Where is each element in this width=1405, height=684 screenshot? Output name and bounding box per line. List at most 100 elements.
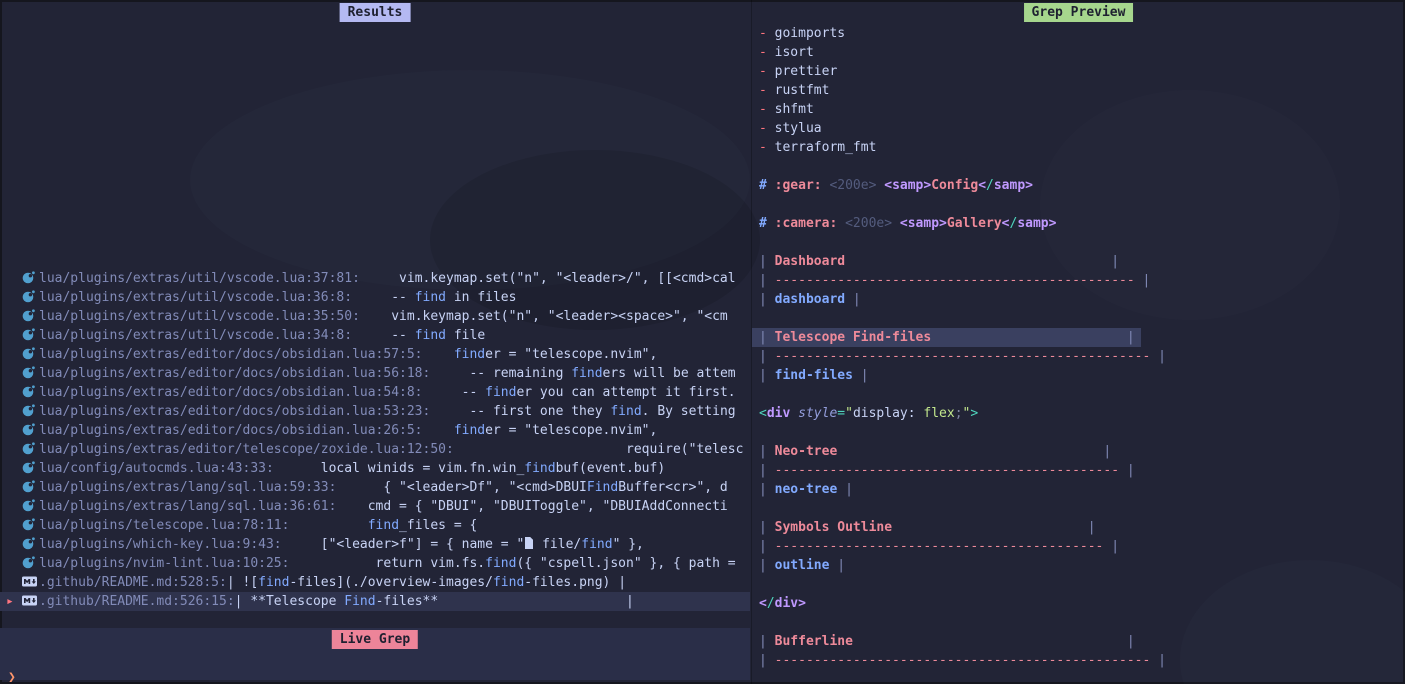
result-row[interactable]: lua/plugins/extras/editor/docs/obsidian.…	[0, 383, 750, 402]
result-row[interactable]: lua/plugins/telescope.lua:78:11: find_fi…	[0, 516, 750, 535]
text-segment: #	[759, 178, 775, 193]
preview-line	[752, 195, 765, 214]
text-segment: _files = {	[399, 518, 477, 533]
text-segment: neo-tree	[775, 482, 838, 497]
preview-line	[752, 499, 765, 518]
preview-line: - rustfmt	[752, 81, 835, 100]
text-segment: find	[485, 385, 516, 400]
result-row[interactable]: lua/plugins/nvim-lint.lua:10:25: return …	[0, 554, 750, 573]
preview-line: | --------------------------------------…	[752, 461, 1141, 480]
text-segment: lua/plugins/extras/util/vscode.lua:35:50…	[39, 309, 360, 324]
text-segment: Dashboard	[775, 254, 845, 269]
text-segment: -	[759, 121, 775, 136]
text-segment: .github/README.md:528:5:	[39, 575, 227, 590]
text-segment: lua/plugins/extras/lang/sql.lua:59:33:	[39, 480, 336, 495]
text-segment: lua/plugins/extras/util/vscode.lua:34:8:	[39, 328, 352, 343]
result-row-selected[interactable]: ▸.github/README.md:526:15:| **Telescope …	[0, 592, 750, 611]
text-segment: isort	[775, 45, 814, 60]
preview-line: - prettier	[752, 62, 843, 81]
markdown-filetype-icon	[22, 573, 39, 592]
text-segment: find	[610, 404, 641, 419]
prompt-line[interactable]: ❯ find 18 / 18	[0, 649, 750, 668]
text-segment: -- first one they	[430, 404, 610, 419]
result-row[interactable]: lua/plugins/extras/editor/docs/obsidian.…	[0, 364, 750, 383]
text-segment: cmd = { "DBUI", "DBUIToggle", "DBUIAddCo…	[336, 499, 727, 514]
text-segment: |	[759, 444, 775, 459]
text-segment: er = "telescope.nvim",	[485, 347, 657, 362]
text-segment: file/	[534, 537, 581, 552]
lua-filetype-icon	[22, 459, 39, 478]
text-segment: |	[845, 292, 861, 307]
text-segment: lua/config/autocmds.lua:43:33:	[39, 461, 274, 476]
text-segment: display:	[853, 406, 923, 421]
preview-line: - stylua	[752, 119, 828, 138]
telescope-prompt[interactable]: Live Grep ❯ find 18 / 18	[0, 628, 750, 680]
result-row[interactable]: lua/plugins/extras/editor/docs/obsidian.…	[0, 421, 750, 440]
result-row[interactable]: lua/plugins/extras/util/vscode.lua:35:50…	[0, 307, 750, 326]
text-segment: find	[258, 575, 289, 590]
text-segment: |	[1150, 653, 1166, 668]
text-segment: |	[759, 539, 775, 554]
text-segment: ----------------------------------------…	[775, 653, 1151, 668]
result-row[interactable]: lua/plugins/extras/editor/docs/obsidian.…	[0, 402, 750, 421]
text-segment: |	[438, 594, 634, 609]
text-segment: "	[845, 406, 853, 421]
text-segment: |	[759, 292, 775, 307]
lua-filetype-icon	[22, 478, 39, 497]
text-segment: ;	[955, 406, 963, 421]
text-segment: -	[759, 102, 775, 117]
text-segment: ers will be attem	[603, 366, 736, 381]
text-segment: <	[759, 406, 767, 421]
text-segment: lua/plugins/extras/editor/telescope/zoxi…	[39, 442, 454, 457]
text-segment: -	[759, 45, 775, 60]
result-row[interactable]: lua/plugins/which-key.lua:9:43: ["<leade…	[0, 535, 750, 554]
text-segment: find	[454, 347, 485, 362]
text-segment: |	[759, 653, 775, 668]
preview-line: - isort	[752, 43, 820, 62]
text-segment: |	[853, 368, 869, 383]
preview-line: - terraform_fmt	[752, 138, 882, 157]
preview-line: | --------------------------------------…	[752, 651, 1172, 670]
lua-filetype-icon	[22, 364, 39, 383]
markdown-filetype-icon	[22, 592, 39, 611]
preview-line: | Dashboard |	[752, 252, 1125, 271]
text-segment: div>	[775, 596, 806, 611]
result-row[interactable]: lua/plugins/extras/editor/docs/obsidian.…	[0, 345, 750, 364]
preview-line	[752, 423, 765, 442]
text-segment: -	[759, 83, 775, 98]
result-row[interactable]: lua/plugins/extras/util/vscode.lua:36:8:…	[0, 288, 750, 307]
lua-filetype-icon	[22, 402, 39, 421]
text-segment: find	[571, 366, 602, 381]
result-row[interactable]: .github/README.md:528:5:| ![find-files](…	[0, 573, 750, 592]
text-segment: Symbols Outline	[775, 520, 892, 535]
text-segment: rustfmt	[775, 83, 830, 98]
text-segment: #	[759, 216, 775, 231]
result-row[interactable]: lua/plugins/extras/lang/sql.lua:36:61: c…	[0, 497, 750, 516]
text-segment: <samp>	[900, 216, 947, 231]
result-row[interactable]: lua/plugins/extras/util/vscode.lua:37:81…	[0, 269, 750, 288]
text-segment: <200e>	[845, 216, 900, 231]
text-segment: ({ "cspell.json" }, { path =	[516, 556, 735, 571]
text-segment: ----------------------------------------…	[775, 463, 1119, 478]
text-segment: find	[415, 290, 446, 305]
text-segment: <	[759, 596, 767, 611]
text-segment: shfmt	[775, 102, 814, 117]
result-row[interactable]: lua/config/autocmds.lua:43:33: local win…	[0, 459, 750, 478]
text-segment: er you can attempt it first.	[516, 385, 735, 400]
text-segment: prettier	[775, 64, 838, 79]
text-segment: find-files	[775, 368, 853, 383]
text-segment: |	[759, 349, 775, 364]
result-row[interactable]: lua/plugins/extras/util/vscode.lua:34:8:…	[0, 326, 750, 345]
result-row[interactable]: lua/plugins/extras/editor/telescope/zoxi…	[0, 440, 750, 459]
text-segment	[423, 347, 454, 362]
text-segment: lua/plugins/nvim-lint.lua:10:25:	[39, 556, 289, 571]
result-row[interactable]: lua/plugins/extras/lang/sql.lua:59:33: {…	[0, 478, 750, 497]
neovim-telescope-window: Results lua/plugins/extras/util/vscode.l…	[0, 0, 1405, 684]
text-segment: samp>	[1017, 216, 1056, 231]
text-segment: |	[759, 634, 775, 649]
text-segment: |	[759, 254, 775, 269]
text-segment	[892, 520, 1088, 535]
preview-line: - shfmt	[752, 100, 820, 119]
preview-line	[752, 385, 765, 404]
preview-lines: - goimports- isort- prettier- rustfmt- s…	[752, 24, 1172, 670]
